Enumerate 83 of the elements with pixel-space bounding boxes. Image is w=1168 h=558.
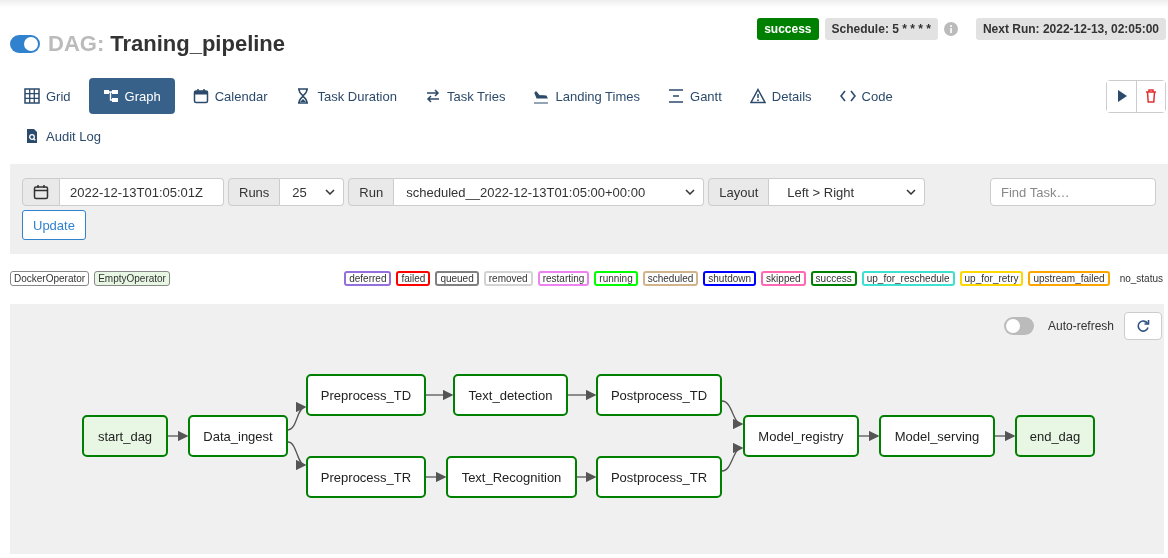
layout-select[interactable]: Left > Right xyxy=(769,178,926,206)
task-node[interactable]: start_dag xyxy=(82,415,168,457)
state-tag: upstream_failed xyxy=(1028,270,1110,286)
update-button[interactable]: Update xyxy=(22,210,86,240)
tab[interactable]: Gantt xyxy=(658,78,732,114)
tab[interactable]: Grid xyxy=(14,78,81,114)
task-node[interactable]: Data_ingest xyxy=(188,415,288,457)
task-node[interactable]: end_dag xyxy=(1015,415,1095,457)
edge-arrow xyxy=(167,430,189,442)
tab[interactable]: Task Duration xyxy=(285,78,407,114)
operator-tag: DockerOperator xyxy=(10,270,90,286)
tab[interactable]: Graph xyxy=(88,78,175,114)
task-node[interactable]: Preprocess_TR xyxy=(306,456,426,498)
tab[interactable]: Landing Times xyxy=(523,78,651,114)
edge-arrow xyxy=(287,441,307,468)
state-tag: deferred xyxy=(344,270,392,286)
task-node[interactable]: Text_detection xyxy=(453,374,568,416)
chevron-icon xyxy=(685,189,696,195)
state-tag: restarting xyxy=(537,270,590,286)
refresh-icon xyxy=(1136,319,1150,333)
task-node[interactable]: Model_serving xyxy=(879,415,995,457)
code-icon xyxy=(839,88,856,104)
schedule-badge: Schedule: 5 * * * * xyxy=(824,18,938,40)
refresh-button[interactable] xyxy=(1124,312,1162,340)
search-document-icon xyxy=(24,128,40,144)
edge-arrow xyxy=(721,444,744,472)
state-tag: removed xyxy=(483,270,533,286)
layout-label: Layout xyxy=(708,178,770,206)
next-run-badge: Next Run: 2022-12-13, 02:05:00 xyxy=(975,18,1166,40)
calendar-icon xyxy=(33,184,49,200)
trash-icon xyxy=(1145,89,1157,103)
edge-arrow xyxy=(425,389,454,401)
operator-tag: EmptyOperator xyxy=(94,270,170,286)
swap-arrows-icon xyxy=(424,88,441,104)
run-select[interactable]: scheduled__2022-12-13T01:05:00+00:00 xyxy=(394,178,705,206)
dag-toggle[interactable] xyxy=(10,35,40,53)
state-tag: skipped xyxy=(761,270,806,286)
edge-arrow xyxy=(994,430,1016,442)
edge-arrow xyxy=(576,471,597,483)
dag-label: DAG: xyxy=(48,31,105,57)
run-label: Run xyxy=(348,178,395,206)
task-node[interactable]: Postprocess_TD xyxy=(596,374,722,416)
state-tag: scheduled xyxy=(642,270,699,286)
state-tag: shutdown xyxy=(703,270,757,286)
info-icon xyxy=(943,22,958,36)
edge-arrow xyxy=(287,404,307,431)
tab[interactable]: Code xyxy=(829,78,903,114)
runs-label: Runs xyxy=(228,178,281,206)
state-tag: success xyxy=(810,270,857,286)
graph-icon xyxy=(102,88,119,104)
play-icon xyxy=(1116,90,1127,102)
tab[interactable]: Calendar xyxy=(182,78,278,114)
task-node[interactable]: Model_registry xyxy=(743,415,859,457)
grid-icon xyxy=(24,88,40,104)
date-field[interactable]: 2022-12-13T01:05:01Z xyxy=(60,178,224,206)
status-badge: success xyxy=(757,18,819,40)
tab[interactable]: Task Tries xyxy=(414,78,516,114)
tab[interactable]: Audit Log xyxy=(14,118,111,154)
state-tag: running xyxy=(594,270,638,286)
chevron-icon xyxy=(906,189,917,195)
task-node[interactable]: Preprocess_TD xyxy=(306,374,426,416)
state-tag: up_for_reschedule xyxy=(861,270,955,286)
auto-refresh-toggle[interactable] xyxy=(1003,317,1034,335)
warning-icon xyxy=(749,88,766,104)
task-node[interactable]: Text_Recognition xyxy=(446,456,577,498)
calendar-icon xyxy=(192,88,209,104)
lines-icon xyxy=(668,88,685,104)
tab[interactable]: Details xyxy=(739,78,822,114)
state-tag: queued xyxy=(435,270,479,286)
edge-arrow xyxy=(567,389,597,401)
chevron-icon xyxy=(325,189,336,195)
edge-arrow xyxy=(858,430,880,442)
state-tag: up_for_retry xyxy=(959,270,1024,286)
edge-arrow xyxy=(721,400,744,428)
runs-select[interactable]: 25 xyxy=(280,178,345,206)
state-tag: no_status xyxy=(1114,270,1168,286)
auto-refresh-label: Auto-refresh xyxy=(1047,319,1114,333)
state-tag: failed xyxy=(396,270,431,286)
task-node[interactable]: Postprocess_TR xyxy=(596,456,722,498)
dag-title: Traning_pipeline xyxy=(110,31,286,57)
delete-button[interactable] xyxy=(1136,80,1165,112)
find-task-field[interactable]: Find Task… xyxy=(990,178,1156,206)
edge-arrow xyxy=(425,471,447,483)
